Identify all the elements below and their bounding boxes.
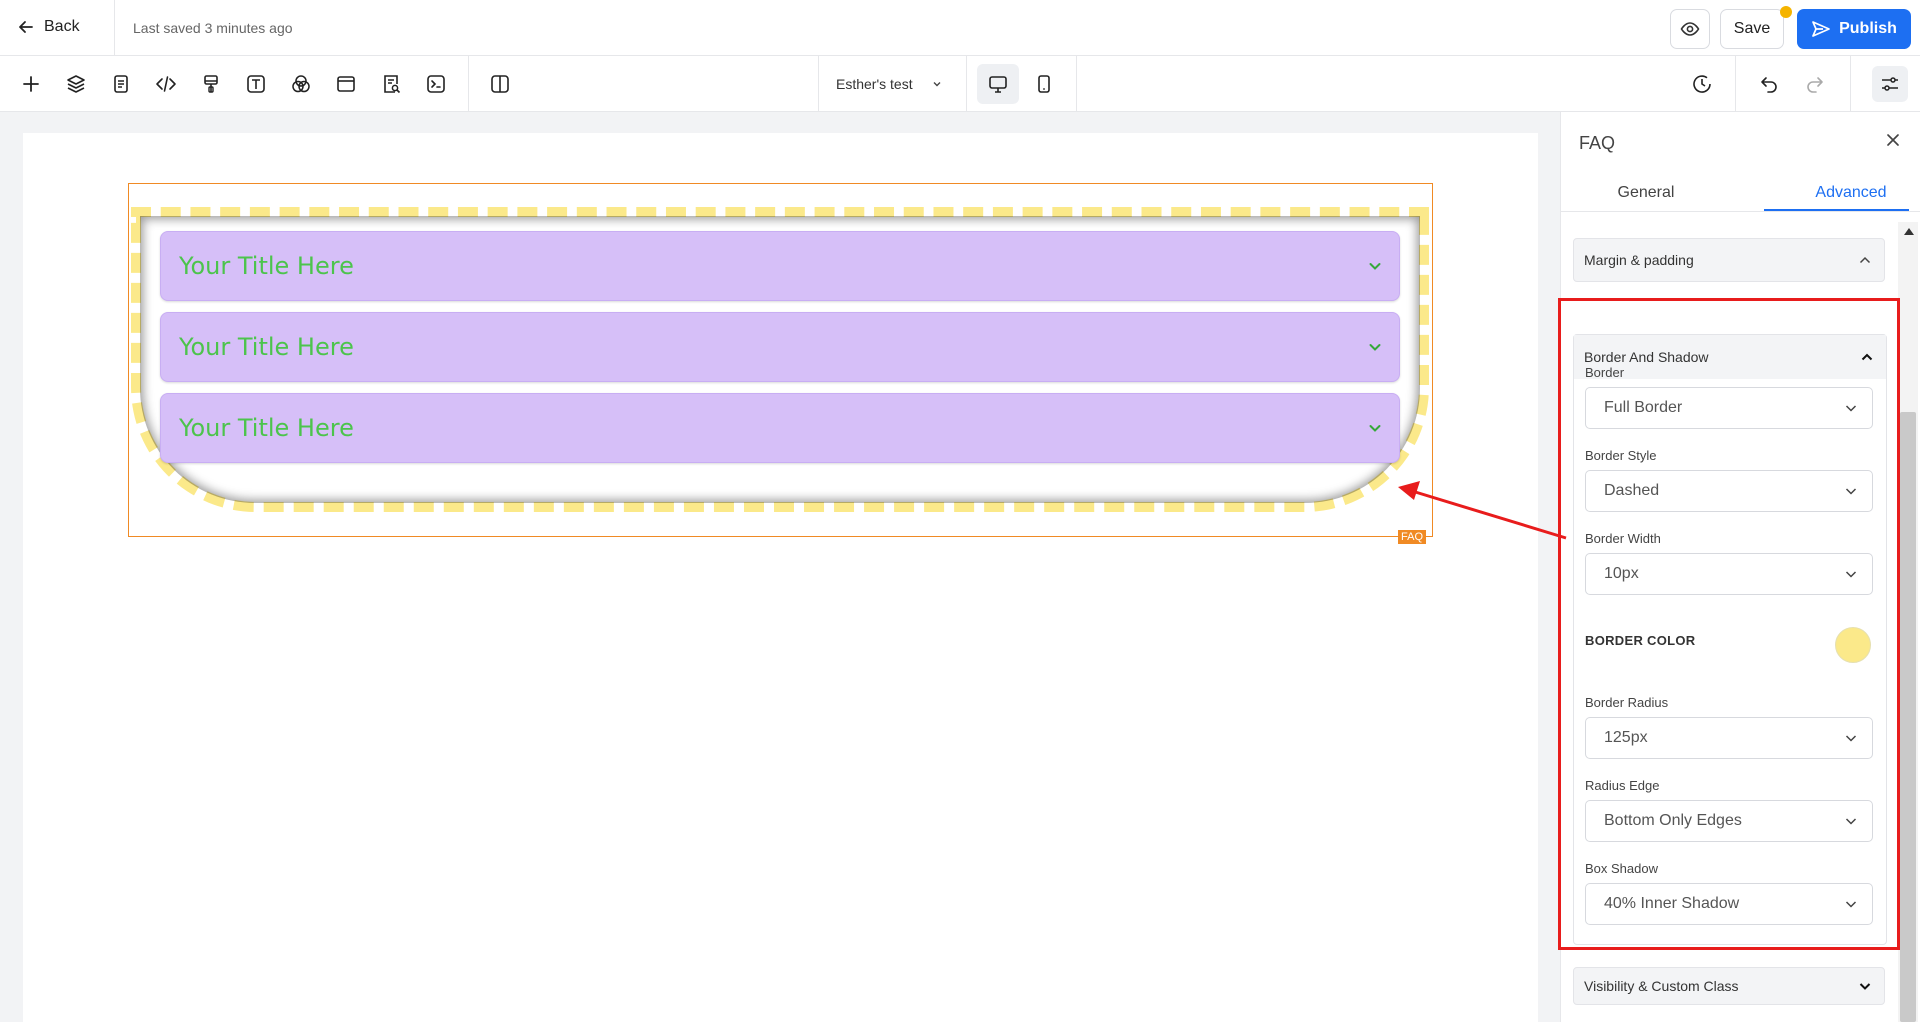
desktop-view-button[interactable] [977, 64, 1019, 104]
chevron-down-icon[interactable] [1367, 420, 1383, 436]
divider [1735, 56, 1736, 112]
divider [966, 56, 967, 112]
history-icon [1693, 75, 1711, 93]
undo-button[interactable] [1753, 68, 1785, 100]
unsaved-dot [1780, 6, 1792, 18]
page-canvas[interactable]: Your Title Here Your Title Here Your Tit… [23, 133, 1538, 1022]
search-doc-icon [384, 75, 401, 94]
chevron-down-icon[interactable] [1367, 339, 1383, 355]
save-button[interactable]: Save [1720, 9, 1784, 49]
editor-toolbar: Esther's test [0, 56, 1920, 112]
faq-item[interactable]: Your Title Here [160, 312, 1400, 382]
layout-button[interactable] [330, 68, 362, 100]
terminal-icon [427, 75, 445, 93]
faq-element-tag: FAQ [1398, 530, 1427, 544]
split-view-icon [491, 75, 509, 93]
settings-sliders-icon [1882, 77, 1898, 91]
tab-general[interactable]: General [1561, 184, 1731, 202]
close-icon [1887, 134, 1899, 146]
faq-item[interactable]: Your Title Here [160, 393, 1400, 463]
divider [468, 56, 469, 112]
code-icon [156, 76, 176, 92]
top-bar: Back Last saved 3 minutes ago Save Publi… [0, 0, 1920, 56]
add-icon [23, 76, 39, 92]
code-button[interactable] [150, 68, 182, 100]
layout-icon [337, 76, 355, 92]
desktop-icon [989, 76, 1007, 93]
paint-icon [204, 75, 218, 93]
history-button[interactable] [1686, 68, 1718, 100]
close-panel-button[interactable] [1881, 128, 1905, 152]
split-view-button[interactable] [484, 68, 516, 100]
custom-js-button[interactable] [420, 68, 452, 100]
page-select-value: Esther's test [836, 76, 913, 92]
chevron-down-icon [1859, 983, 1871, 990]
styles-button[interactable] [195, 68, 227, 100]
scroll-up-arrow[interactable] [1904, 228, 1914, 235]
faq-item[interactable]: Your Title Here [160, 231, 1400, 301]
saved-status: Last saved 3 minutes ago [133, 20, 293, 36]
panel-title: FAQ [1579, 133, 1616, 153]
back-label: Back [44, 18, 80, 35]
divider [114, 0, 115, 56]
text-icon [247, 75, 265, 93]
section-visibility-custom-class[interactable]: Visibility & Custom Class [1573, 967, 1885, 1005]
pages-button[interactable] [105, 68, 137, 100]
mobile-view-button[interactable] [1023, 64, 1065, 104]
publish-label: Publish [1839, 20, 1897, 37]
faq-item-title: Your Title Here [179, 333, 354, 361]
active-tab-indicator [1764, 209, 1909, 211]
chevron-down-icon[interactable] [1367, 258, 1383, 274]
settings-panel-button[interactable] [1872, 66, 1908, 102]
section-title: Margin & padding [1584, 252, 1694, 268]
mobile-icon [1038, 75, 1050, 93]
page-icon [114, 75, 128, 93]
highlight-box [1558, 298, 1900, 950]
redo-button[interactable] [1799, 68, 1831, 100]
scrollbar-thumb[interactable] [1900, 412, 1916, 1022]
section-margin-padding[interactable]: Margin & padding [1573, 238, 1885, 282]
colors-button[interactable] [285, 68, 317, 100]
chevron-up-icon [1859, 256, 1871, 264]
add-element-button[interactable] [15, 68, 47, 100]
divider [1076, 56, 1077, 112]
divider [818, 56, 819, 112]
section-title: Visibility & Custom Class [1584, 978, 1739, 994]
arrow-left-icon [19, 21, 33, 33]
canvas-area: Your Title Here Your Title Here Your Tit… [0, 112, 1560, 1022]
tab-advanced[interactable]: Advanced [1766, 184, 1920, 202]
preview-button[interactable] [1670, 9, 1710, 49]
panel-tabs: General Advanced [1561, 172, 1920, 212]
faq-item-title: Your Title Here [179, 252, 354, 280]
eye-icon [1680, 22, 1700, 36]
colors-icon [292, 75, 310, 93]
undo-icon [1761, 77, 1777, 93]
faq-item-title: Your Title Here [179, 414, 354, 442]
send-icon [1812, 21, 1830, 37]
publish-button[interactable]: Publish [1797, 9, 1911, 49]
chevron-down-icon [933, 82, 941, 87]
divider [1850, 56, 1851, 112]
page-select[interactable]: Esther's test [836, 76, 943, 92]
back-button[interactable]: Back [18, 18, 80, 36]
typography-button[interactable] [240, 68, 272, 100]
layers-icon [67, 75, 85, 93]
layers-button[interactable] [60, 68, 92, 100]
redo-icon [1807, 77, 1823, 93]
seo-button[interactable] [375, 68, 407, 100]
